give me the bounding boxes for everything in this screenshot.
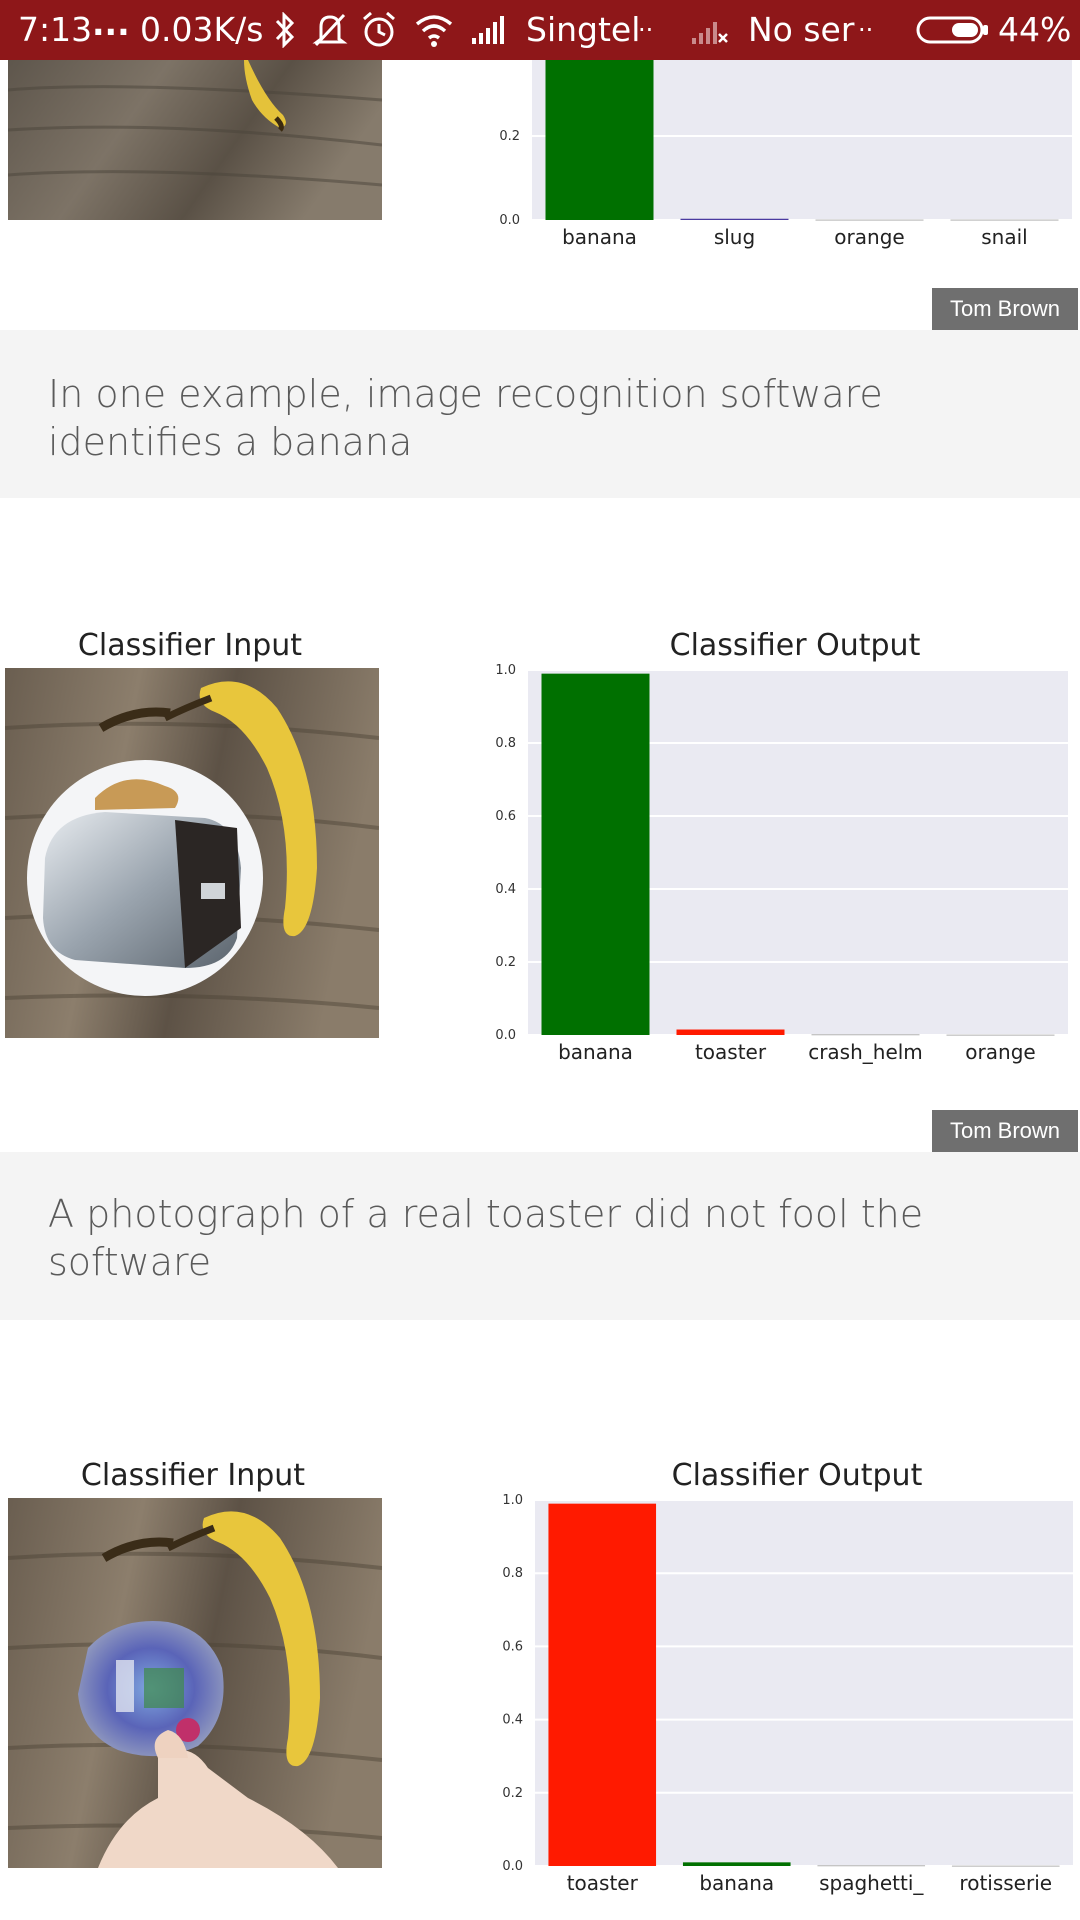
bar-banana: [541, 673, 650, 1035]
x-tick-label: toaster: [695, 1040, 767, 1064]
bar-orange: [815, 219, 924, 221]
caption-text: In one example, image recognition softwa…: [48, 372, 883, 464]
bar-rotisserie: [951, 1865, 1060, 1867]
y-tick-label: 0.6: [495, 809, 516, 824]
x-tick-label: banana: [558, 1040, 633, 1064]
y-tick-label: 0.0: [495, 1028, 516, 1043]
bar-toaster: [548, 1503, 657, 1866]
x-tick-label: snail: [981, 225, 1027, 249]
x-tick-label: banana: [562, 225, 637, 249]
signal-icon: [472, 16, 504, 44]
y-tick-label: 0.0: [499, 213, 520, 228]
classifier-input-photo: [5, 668, 379, 1038]
bar-snail: [950, 219, 1059, 221]
y-tick-label: 0.2: [502, 1786, 523, 1801]
classifier-output-title: Classifier Output: [671, 1458, 923, 1493]
x-tick-label: rotisserie: [959, 1871, 1052, 1895]
y-tick-label: 0.0: [502, 1859, 523, 1874]
y-tick-label: 0.2: [495, 955, 516, 970]
classifier-input-title: Classifier Input: [77, 628, 303, 663]
bluetooth-icon: [275, 12, 295, 48]
caption-1: In one example, image recognition softwa…: [0, 330, 1080, 498]
x-tick-label: orange: [834, 225, 904, 249]
x-tick-label: orange: [965, 1040, 1035, 1064]
y-tick-label: 1.0: [495, 663, 516, 678]
x-tick-label: toaster: [567, 1871, 639, 1895]
battery-percent: 44%: [998, 10, 1072, 49]
x-tick-label: crash_helm: [808, 1040, 923, 1064]
bar-crash_helm: [811, 1034, 920, 1036]
y-tick-label: 0.6: [502, 1639, 523, 1654]
alarm-icon: [363, 11, 395, 47]
carrier-2: No ser: [748, 10, 855, 49]
status-time: 7:13: [18, 10, 93, 49]
x-tick-label: spaghetti_: [819, 1871, 924, 1895]
y-tick-label: 1.0: [502, 1493, 523, 1508]
bar-toaster: [676, 1029, 785, 1035]
y-tick-label: 0.8: [495, 736, 516, 751]
classifier-input-photo: [8, 60, 382, 220]
net-speed: 0.03K/s: [140, 10, 264, 49]
y-tick-label: 0.2: [499, 129, 520, 144]
y-tick-label: 0.4: [502, 1713, 523, 1728]
status-bar: 7:13 ... 0.03K/s Singtel ·· No ser ·· 44…: [0, 0, 1080, 60]
bar-spaghetti_: [817, 1865, 926, 1867]
carrier-1-more: ··: [638, 16, 654, 44]
y-tick-label: 0.4: [495, 882, 516, 897]
caption-text: A photograph of a real toaster did not f…: [48, 1192, 924, 1284]
wifi-icon: [415, 15, 453, 47]
carrier-2-more: ··: [858, 16, 874, 44]
classifier-output-chart-2: 0.0 0.2 0.4 0.6 0.8 1.0 banana toaster crash_hel…: [495, 663, 1068, 1064]
classifier-output-chart-3: 0.0 0.2 0.4 0.6 0.8 1.0 toaster banana spaghetti…: [502, 1493, 1073, 1895]
image-credit: Tom Brown: [932, 288, 1078, 330]
y-tick-label: 0.8: [502, 1566, 523, 1581]
signal-none-icon: [692, 22, 728, 44]
bar-banana: [545, 60, 654, 220]
caption-2: A photograph of a real toaster did not f…: [0, 1152, 1080, 1320]
battery-icon: [916, 16, 988, 44]
classifier-output-title: Classifier Output: [669, 628, 921, 663]
x-tick-label: slug: [714, 225, 755, 249]
bar-banana: [682, 1862, 791, 1866]
vibrate-off-icon: [312, 13, 348, 47]
x-tick-label: banana: [699, 1871, 774, 1895]
more-dots-icon: ...: [92, 4, 130, 43]
image-credit: Tom Brown: [932, 1110, 1078, 1152]
classifier-input-photo: [8, 1498, 382, 1868]
bar-slug: [680, 218, 789, 220]
carrier-1: Singtel: [526, 10, 641, 49]
classifier-input-title: Classifier Input: [80, 1458, 306, 1493]
classifier-output-chart-1: 0.0 0.2 banana slug orange snail: [499, 60, 1072, 249]
bar-orange: [946, 1034, 1055, 1036]
